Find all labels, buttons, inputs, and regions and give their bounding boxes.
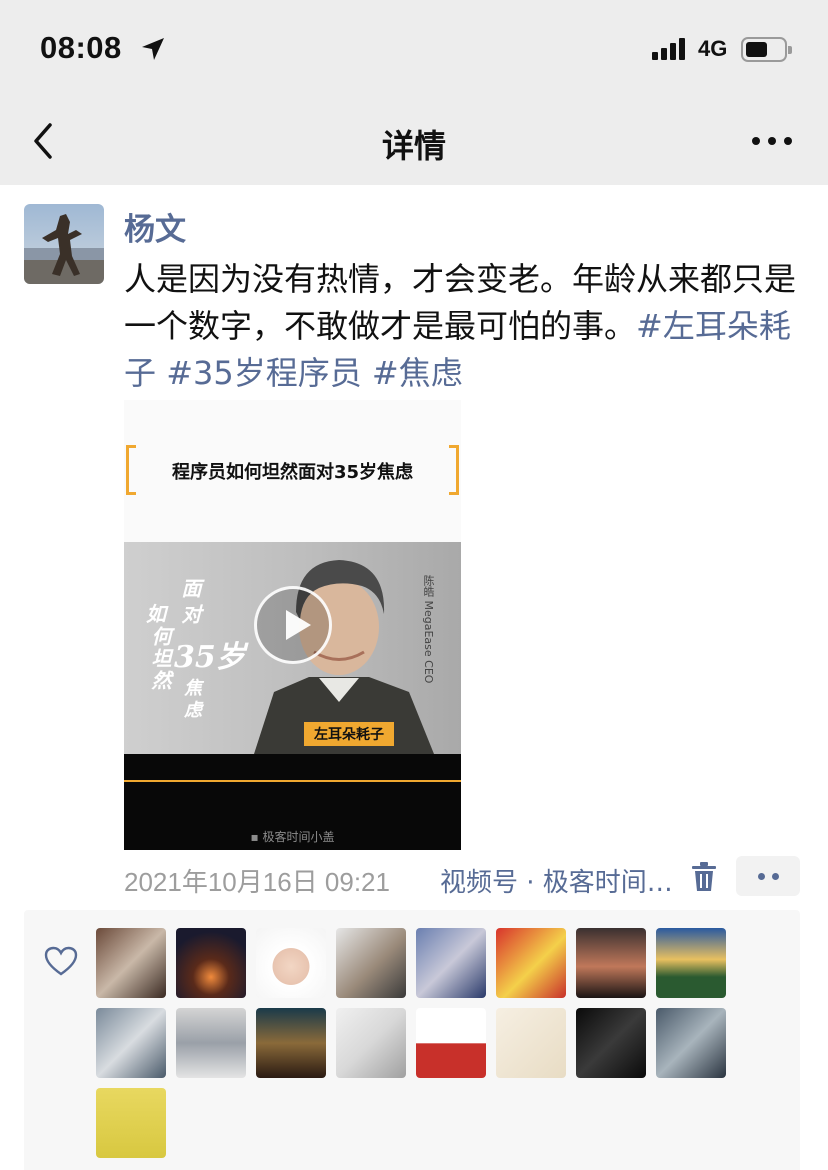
- nav-bar: 详情: [0, 95, 828, 185]
- video-calligraphy-3: 何坦然: [148, 626, 172, 692]
- hashtag-link[interactable]: #35岁程序员: [166, 354, 362, 392]
- network-type: 4G: [698, 36, 728, 61]
- like-avatar[interactable]: [96, 928, 166, 998]
- video-headline: 程序员如何坦然面对35岁焦虑: [171, 462, 414, 483]
- battery-icon: [741, 37, 792, 62]
- like-avatar[interactable]: [256, 1008, 326, 1078]
- like-avatar[interactable]: [576, 928, 646, 998]
- like-avatar[interactable]: [496, 1008, 566, 1078]
- author-avatar[interactable]: [24, 204, 104, 284]
- like-avatar[interactable]: [416, 1008, 486, 1078]
- like-avatar[interactable]: [256, 928, 326, 998]
- video-calligraphy-2: 如: [146, 602, 166, 626]
- post-text: 人是因为没有热情，才会变老。年龄从来都只是一个数字，不敢做才是最可怕的事。#左耳…: [124, 256, 804, 397]
- like-avatar[interactable]: [176, 928, 246, 998]
- post-source-link[interactable]: 视频号 · 极客时间小盖: [440, 862, 675, 899]
- status-bar: 08:08 4G: [0, 0, 828, 95]
- video-calligraphy-4: 35岁: [174, 640, 246, 675]
- signal-icon: [652, 38, 685, 60]
- video-card[interactable]: 程序员如何坦然面对35岁焦虑 面对 如 何坦然 35岁 焦虑 陈皓 MegaEa…: [124, 400, 461, 850]
- like-avatar[interactable]: [336, 928, 406, 998]
- likes-panel: [24, 910, 800, 1170]
- page-title: 详情: [381, 127, 446, 165]
- video-header: 程序员如何坦然面对35岁焦虑: [124, 400, 461, 542]
- speaker-badge: 左耳朵耗子: [304, 722, 394, 746]
- like-avatar[interactable]: [576, 1008, 646, 1078]
- trash-icon[interactable]: [691, 862, 717, 892]
- speaker-label: 陈皓 MegaEase CEO: [422, 575, 435, 684]
- like-avatar[interactable]: [96, 1008, 166, 1078]
- location-arrow-icon: [142, 38, 164, 60]
- like-avatar[interactable]: [496, 928, 566, 998]
- video-calligraphy-5: 焦虑: [181, 678, 202, 722]
- like-avatar[interactable]: [96, 1088, 166, 1158]
- video-footer: ▪ 极客时间小盖: [250, 830, 335, 844]
- post-timestamp: 2021年10月16日 09:21: [124, 867, 390, 897]
- more-dots-icon[interactable]: [752, 137, 792, 145]
- author-name[interactable]: 杨文: [124, 204, 186, 249]
- like-avatar[interactable]: [336, 1008, 406, 1078]
- like-avatar[interactable]: [416, 928, 486, 998]
- like-avatar[interactable]: [656, 928, 726, 998]
- like-avatar[interactable]: [656, 1008, 726, 1078]
- play-icon[interactable]: [254, 586, 332, 664]
- comment-button[interactable]: [736, 856, 800, 896]
- like-avatar[interactable]: [176, 1008, 246, 1078]
- hashtag-link[interactable]: #焦虑: [372, 354, 463, 392]
- status-time: 08:08: [40, 30, 122, 65]
- heart-outline-icon: [44, 946, 78, 976]
- video-calligraphy-1: 面对: [178, 578, 202, 630]
